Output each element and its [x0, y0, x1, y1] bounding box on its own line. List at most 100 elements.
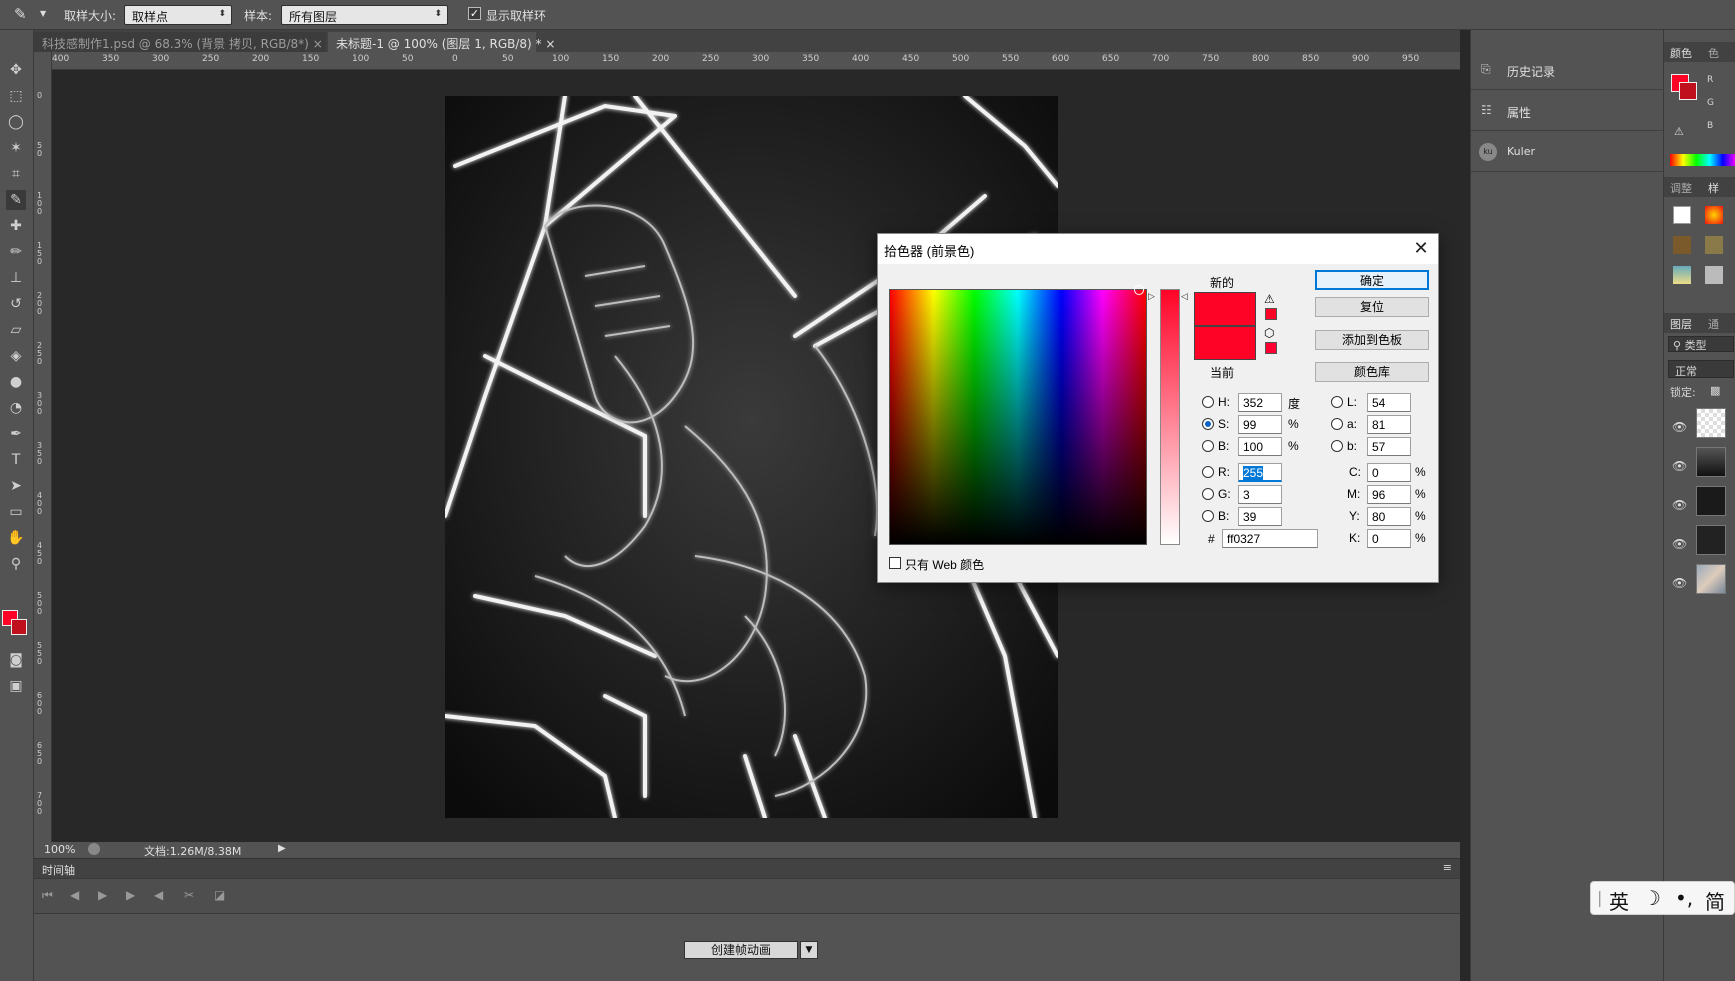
sample-size-select[interactable]: 取样点 ⬍	[124, 5, 232, 25]
timeline-title[interactable]: 时间轴	[42, 862, 75, 878]
crop-tool-icon[interactable]: ⌗	[6, 164, 26, 184]
eye-icon[interactable]: 👁	[1672, 420, 1687, 434]
layer-thumbnail[interactable]	[1696, 564, 1726, 594]
gamut-swatch[interactable]	[1265, 308, 1277, 320]
k-input[interactable]: 0	[1367, 529, 1411, 548]
r-input[interactable]: 255	[1238, 463, 1282, 482]
lasso-tool-icon[interactable]: ◯	[6, 112, 26, 132]
brush-tool-icon[interactable]: ✏	[6, 242, 26, 262]
arrow-right-icon[interactable]: ▶	[278, 843, 286, 854]
a-input[interactable]: 81	[1367, 415, 1411, 434]
eye-icon[interactable]: 👁	[1672, 576, 1687, 590]
lock-pixels-icon[interactable]: ▩	[1710, 384, 1720, 397]
layer-thumbnail[interactable]	[1696, 447, 1726, 477]
radio-b[interactable]	[1202, 440, 1214, 452]
prev-frame-icon[interactable]: ◀	[70, 888, 79, 902]
first-frame-icon[interactable]: ⏮	[42, 888, 53, 903]
marquee-tool-icon[interactable]: ⬚	[6, 86, 26, 106]
ime-lang-toggle[interactable]: 英	[1609, 886, 1629, 915]
chevron-down-icon[interactable]: ▼	[40, 9, 46, 18]
healing-brush-icon[interactable]: ✚	[6, 216, 26, 236]
status-menu-icon[interactable]	[88, 843, 100, 855]
panel-menu-icon[interactable]: ≡	[1443, 861, 1452, 874]
style-sky-swatch[interactable]	[1673, 266, 1691, 284]
dock-item-properties[interactable]: ☷ 属性	[1471, 91, 1664, 131]
blur-tool-icon[interactable]: ●	[6, 372, 26, 392]
ime-punct-toggle[interactable]: •,	[1675, 886, 1693, 910]
web-swatch[interactable]	[1265, 342, 1277, 354]
layer-thumbnail[interactable]	[1696, 486, 1726, 516]
saturation-slider[interactable]	[1160, 289, 1180, 545]
current-color-swatch[interactable]	[1194, 326, 1256, 360]
tab-layers[interactable]: 图层	[1670, 316, 1692, 332]
radio-lab-b[interactable]	[1331, 440, 1343, 452]
layer-filter[interactable]: ⚲ 类型	[1668, 336, 1734, 352]
color-libraries-button[interactable]: 颜色库	[1315, 362, 1429, 382]
dock-item-history[interactable]: ⎘ 历史记录	[1471, 50, 1664, 90]
tab-swatches[interactable]: 色	[1708, 45, 1719, 61]
radio-s[interactable]	[1202, 418, 1214, 430]
tab-channels[interactable]: 通	[1708, 316, 1719, 332]
ime-mode-toggle[interactable]: 简	[1705, 886, 1725, 915]
color-field-cursor[interactable]	[1134, 285, 1144, 295]
style-sand-swatch[interactable]	[1705, 236, 1723, 254]
reset-button[interactable]: 复位	[1315, 297, 1429, 317]
sample-select[interactable]: 所有图层 ⬍	[281, 5, 448, 25]
type-tool-icon[interactable]: T	[6, 450, 26, 470]
chevron-down-icon[interactable]: ▼	[800, 941, 818, 959]
web-cube-icon[interactable]: ⬡	[1264, 326, 1274, 340]
close-icon[interactable]: ×	[313, 37, 323, 51]
c-input[interactable]: 0	[1367, 463, 1411, 482]
style-grey-swatch[interactable]	[1705, 266, 1723, 284]
radio-blue[interactable]	[1202, 510, 1214, 522]
audio-icon[interactable]: ◀	[154, 888, 163, 902]
hex-input[interactable]: ff0327	[1222, 529, 1318, 548]
show-ring-checkbox[interactable]: ✓	[468, 7, 481, 20]
magic-wand-icon[interactable]: ✶	[6, 138, 26, 158]
style-fire-swatch[interactable]	[1705, 206, 1723, 224]
radio-l[interactable]	[1331, 396, 1343, 408]
dodge-tool-icon[interactable]: ◔	[6, 398, 26, 418]
history-brush-icon[interactable]: ↺	[6, 294, 26, 314]
style-none-swatch[interactable]	[1673, 206, 1691, 224]
tab-adjust[interactable]: 调整	[1670, 180, 1692, 196]
zoom-level[interactable]: 100%	[44, 843, 75, 856]
screen-mode-icon[interactable]: ▣	[6, 676, 26, 696]
eye-icon[interactable]: 👁	[1672, 498, 1687, 512]
scissors-icon[interactable]: ✂	[184, 888, 194, 902]
quick-mask-icon[interactable]: ◙	[6, 650, 26, 670]
radio-r[interactable]	[1202, 466, 1214, 478]
close-icon[interactable]: ×	[545, 37, 555, 51]
background-color-swatch[interactable]	[11, 619, 27, 635]
color-field[interactable]	[889, 285, 1147, 545]
blue-input[interactable]: 39	[1238, 507, 1282, 526]
color-ramp[interactable]	[1670, 154, 1735, 166]
radio-a[interactable]	[1331, 418, 1343, 430]
eye-icon[interactable]: 👁	[1672, 537, 1687, 551]
path-select-icon[interactable]: ➤	[6, 476, 26, 496]
add-to-swatches-button[interactable]: 添加到色板	[1315, 330, 1429, 350]
transition-icon[interactable]: ◪	[214, 888, 225, 902]
m-input[interactable]: 96	[1367, 485, 1411, 504]
pen-tool-icon[interactable]: ✒	[6, 424, 26, 444]
create-frame-animation-button[interactable]: 创建帧动画	[684, 941, 798, 959]
g-input[interactable]: 3	[1238, 485, 1282, 504]
layer-thumbnail[interactable]	[1696, 408, 1726, 438]
play-icon[interactable]: ▶	[98, 888, 107, 902]
radio-h[interactable]	[1202, 396, 1214, 408]
lab-b-input[interactable]: 57	[1367, 437, 1411, 456]
l-input[interactable]: 54	[1367, 393, 1411, 412]
eye-icon[interactable]: 👁	[1672, 459, 1687, 473]
tab-styles[interactable]: 样	[1708, 180, 1719, 196]
shape-tool-icon[interactable]: ▭	[6, 502, 26, 522]
dock-item-kuler[interactable]: ku Kuler	[1471, 132, 1664, 172]
y-input[interactable]: 80	[1367, 507, 1411, 526]
b-input[interactable]: 100	[1238, 437, 1282, 456]
eraser-tool-icon[interactable]: ▱	[6, 320, 26, 340]
gamut-warning-icon[interactable]: ⚠	[1264, 292, 1275, 306]
ok-button[interactable]: 确定	[1315, 270, 1429, 290]
drag-handle[interactable]: |	[1597, 888, 1602, 907]
tab-document-1[interactable]: 科技感制作1.psd @ 68.3% (背景 拷贝, RGB/8*) ×	[34, 32, 326, 52]
s-input[interactable]: 99	[1238, 415, 1282, 434]
eyedropper-tool-icon[interactable]: ✎	[6, 190, 26, 210]
